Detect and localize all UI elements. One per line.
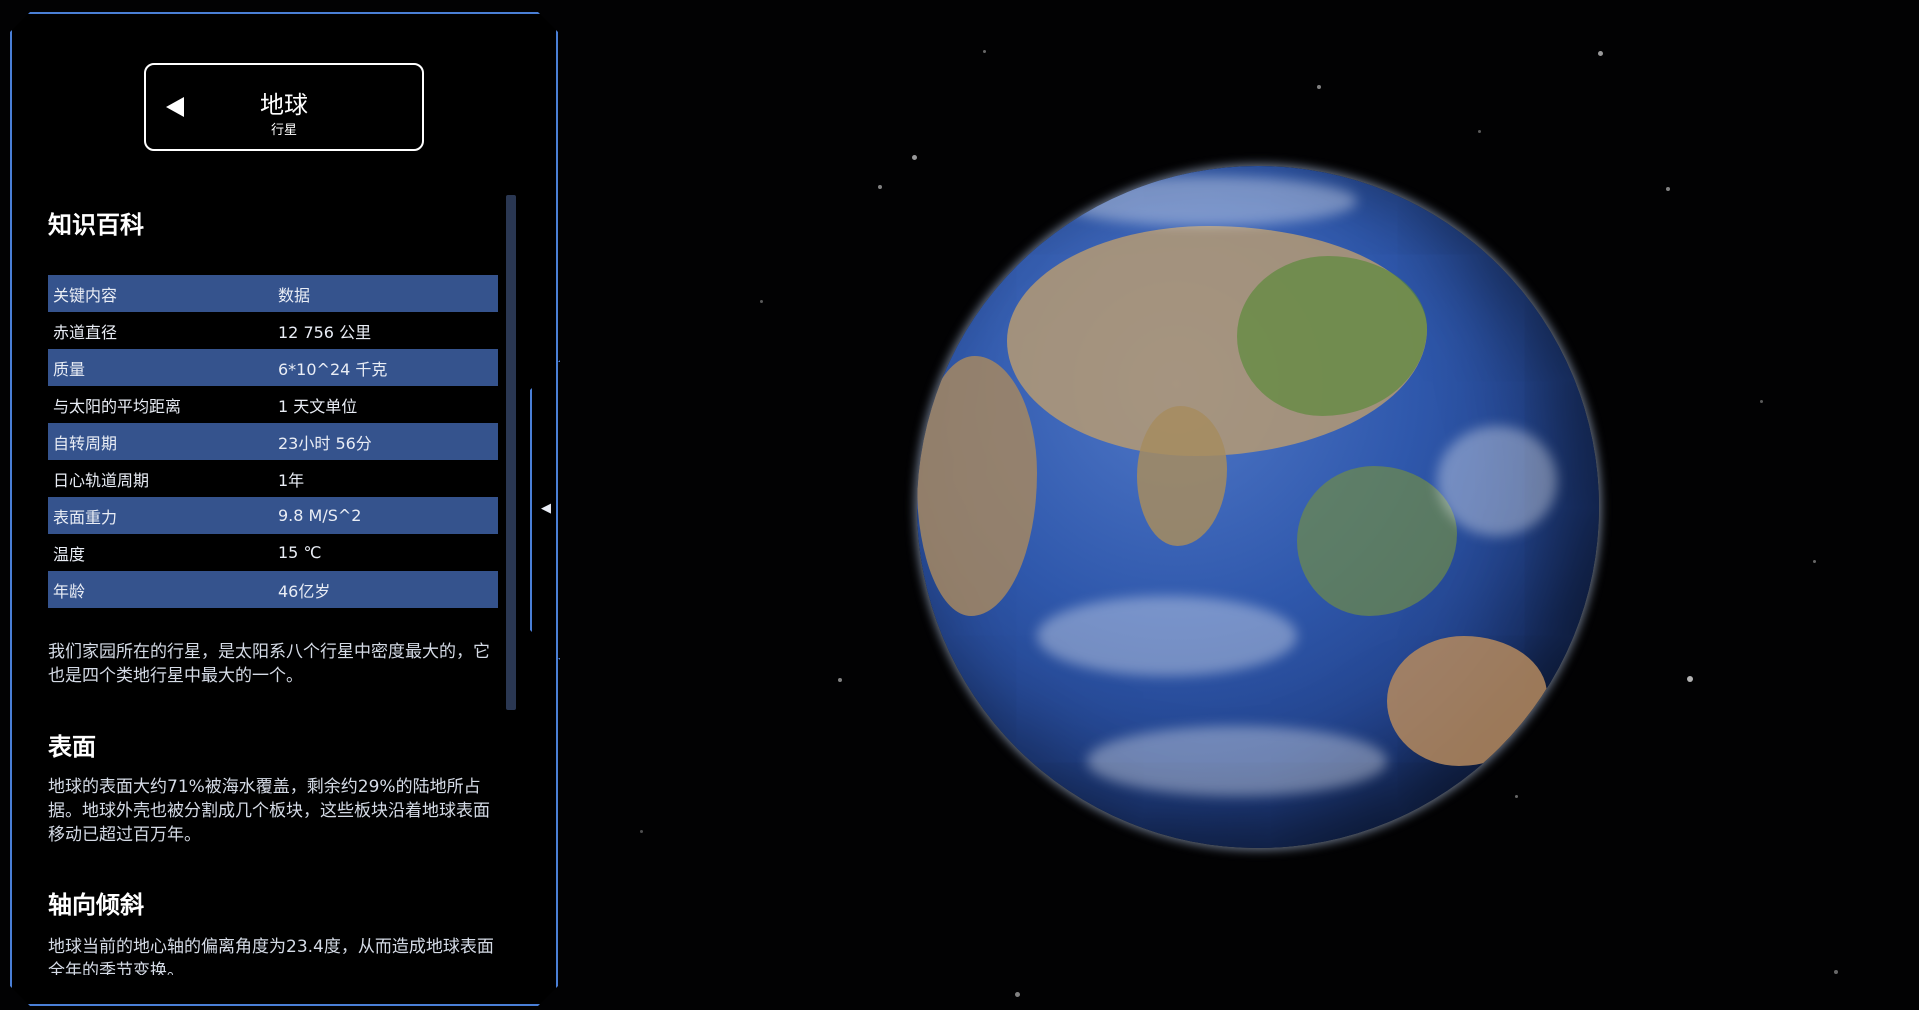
star (1666, 187, 1670, 191)
section-title-surface: 表面 (48, 733, 96, 761)
planet-header-card[interactable]: 地球 行星 (144, 63, 424, 151)
star (1478, 130, 1481, 133)
table-row: 温度 15 ℃ (48, 534, 498, 571)
table-cell-value: 12 756 公里 (278, 322, 372, 342)
star (878, 185, 882, 189)
table-cell-key: 与太阳的平均距离 (53, 396, 182, 416)
section-title-tilt: 轴向倾斜 (48, 891, 144, 919)
surface-paragraph: 地球的表面大约71%被海水覆盖，剩余约29%的陆地所占据。地球外壳也被分割成几个… (48, 777, 490, 845)
collapse-left-icon[interactable]: ◀ (536, 497, 556, 521)
table-header-value: 数据 (273, 275, 498, 312)
section-title-knowledge: 知识百科 (48, 211, 144, 239)
earth-cloud (1057, 176, 1357, 226)
star (1813, 560, 1816, 563)
table-cell-value: 1 天文单位 (278, 396, 358, 416)
planet-subtitle: 行星 (270, 123, 297, 138)
table-row: 质量 6*10^24 千克 (48, 349, 498, 386)
earth-land-australia (1387, 636, 1547, 766)
table-row: 表面重力 9.8 M/S^2 (48, 497, 498, 534)
table-cell-value: 46亿岁 (273, 571, 498, 608)
table-row: 赤道直径 12 756 公里 (48, 312, 498, 349)
tilt-paragraph: 地球当前的地心轴的偏离角度为23.4度，从而造成地球表面全年的季节变换。 (48, 937, 494, 975)
table-cell-key: 温度 (53, 544, 86, 564)
star (760, 300, 763, 303)
table-cell-key: 质量 (48, 349, 273, 386)
table-cell-key: 赤道直径 (53, 322, 118, 342)
star (838, 678, 842, 682)
table-cell-value: 1年 (278, 470, 305, 490)
star (1834, 970, 1838, 974)
planet-title: 地球 (260, 91, 308, 119)
earth-globe[interactable] (917, 166, 1599, 848)
earth-cloud (1037, 596, 1297, 676)
table-row: 与太阳的平均距离 1 天文单位 (48, 386, 498, 423)
table-header-key: 关键内容 (48, 275, 273, 312)
table-cell-key: 表面重力 (48, 497, 273, 534)
table-row: 自转周期 23小时 56分 (48, 423, 498, 460)
star (912, 155, 917, 160)
star (983, 50, 986, 53)
earth-land-india (1137, 406, 1227, 546)
star (1515, 795, 1518, 798)
intro-paragraph: 我们家园所在的行星，是太阳系八个行星中密度最大的，它也是四个类地行星中最大的一个… (48, 642, 490, 686)
table-row: 日心轨道周期 1年 (48, 460, 498, 497)
star (1015, 992, 1020, 997)
planet-data-table: 关键内容 数据 赤道直径 12 756 公里 质量 6*10^24 千克 与太阳… (48, 275, 498, 608)
star (1317, 85, 1321, 89)
star (1598, 51, 1603, 56)
table-cell-key: 日心轨道周期 (53, 470, 150, 490)
earth-land-asia-green (1237, 256, 1427, 416)
table-header-row: 关键内容 数据 (48, 275, 498, 312)
panel-content[interactable]: 知识百科 关键内容 数据 赤道直径 12 756 公里 质量 6*10^24 千… (48, 195, 508, 975)
table-cell-value: 15 ℃ (278, 543, 322, 562)
table-cell-value: 23小时 56分 (273, 423, 498, 460)
table-cell-key: 年龄 (48, 571, 273, 608)
earth-land-africa (917, 356, 1037, 616)
earth-cloud (1087, 726, 1387, 796)
table-cell-value: 9.8 M/S^2 (273, 497, 498, 534)
star (1687, 676, 1693, 682)
star (1760, 400, 1763, 403)
earth-cloud (1437, 426, 1557, 536)
earth-land-seasia (1297, 466, 1457, 616)
table-cell-value: 6*10^24 千克 (273, 349, 498, 386)
table-row: 年龄 46亿岁 (48, 571, 498, 608)
star (640, 830, 643, 833)
table-cell-key: 自转周期 (48, 423, 273, 460)
